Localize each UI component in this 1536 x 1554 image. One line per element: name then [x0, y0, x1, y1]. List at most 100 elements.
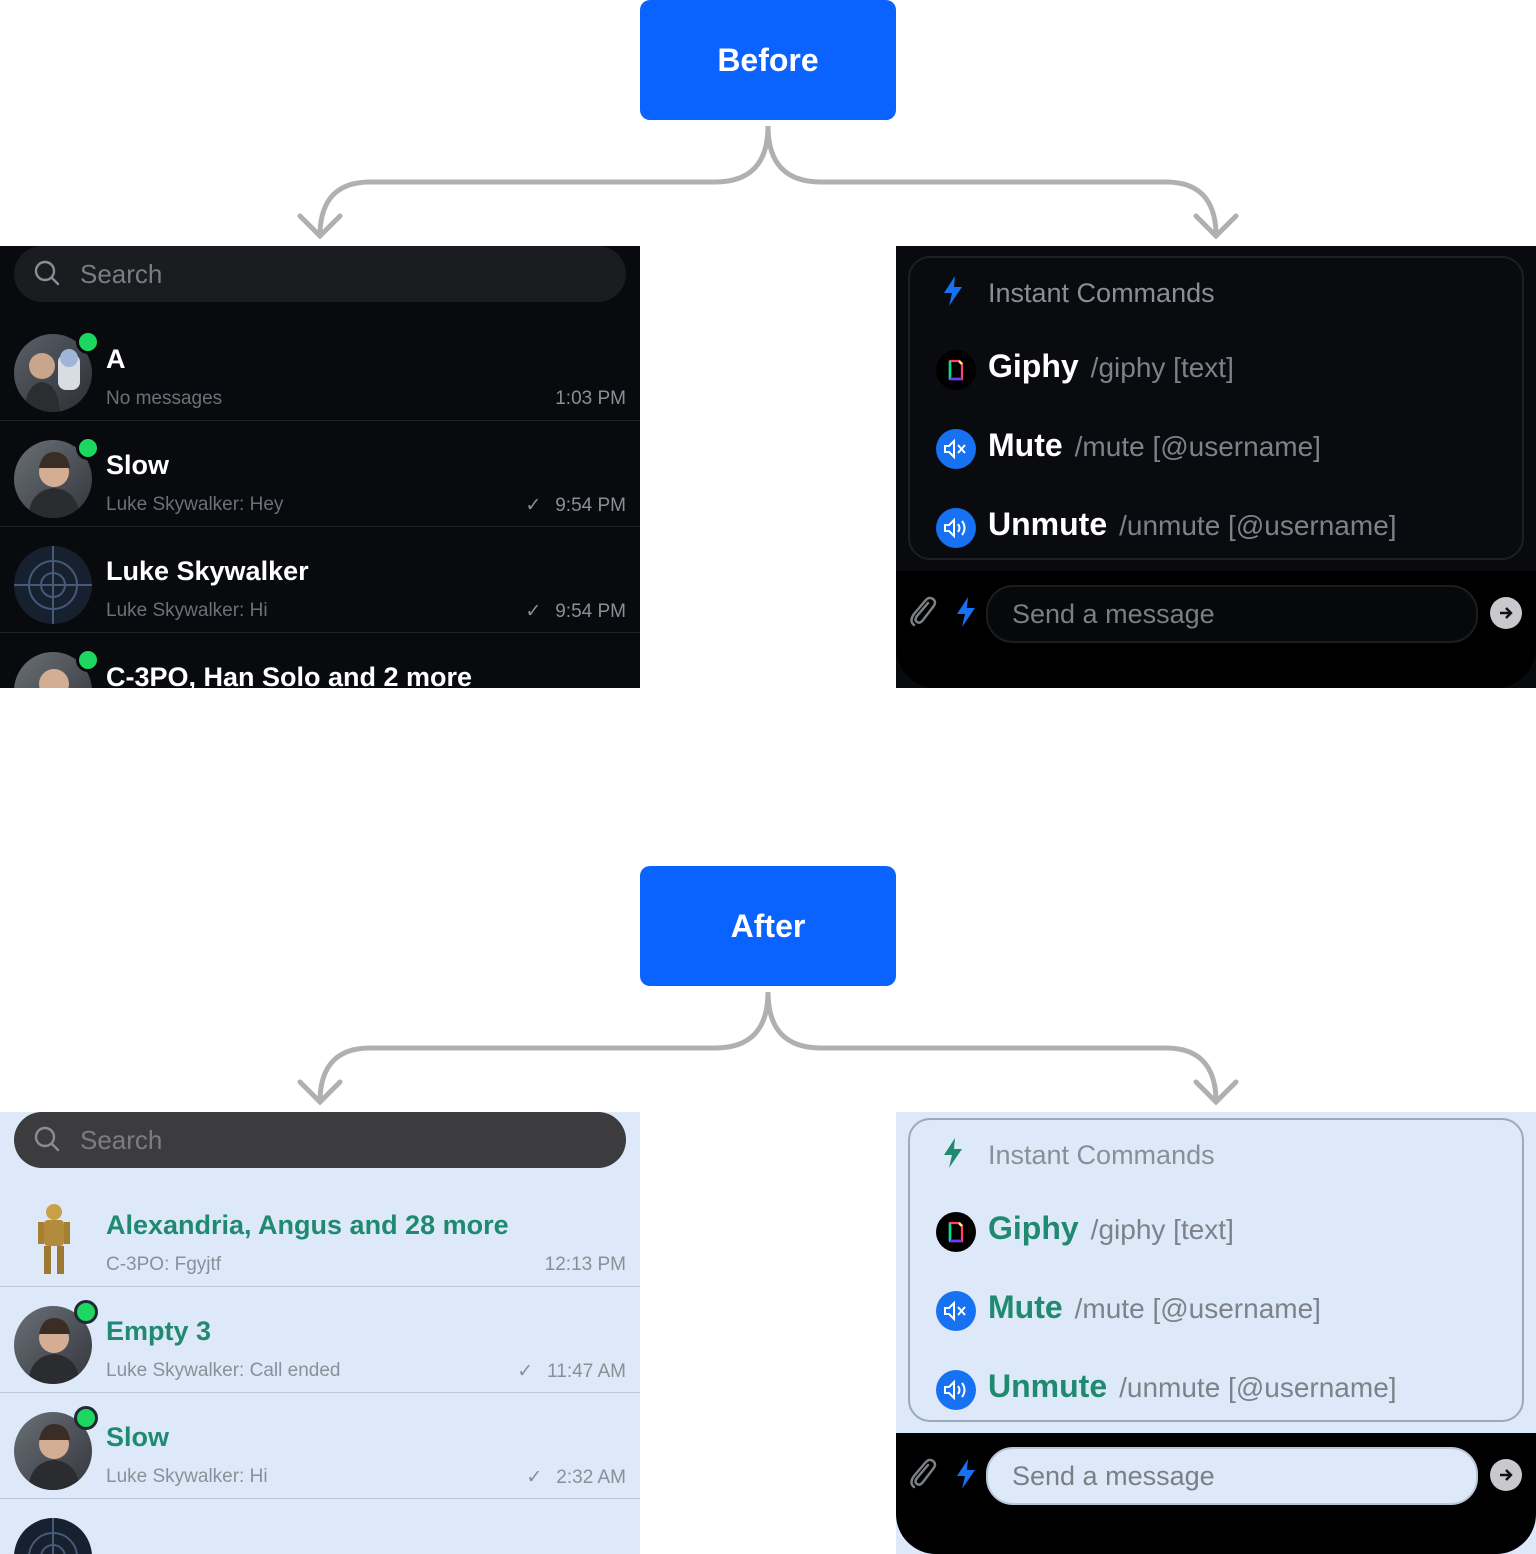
channel-time-text: 11:47 AM — [547, 1361, 626, 1382]
online-indicator — [76, 648, 100, 672]
channel-last-message: Luke Skywalker: Hi — [106, 1466, 268, 1487]
commands-lightning-icon[interactable] — [954, 1459, 978, 1489]
command-args: /giphy [text] — [1090, 1214, 1234, 1245]
before-channel-list: Search A No messages 1:03 PM Slow Luke S… — [0, 246, 640, 688]
search-bar[interactable]: Search — [14, 1112, 626, 1168]
command-giphy[interactable]: Giphy/giphy [text] — [936, 1210, 1516, 1254]
avatar — [14, 1200, 92, 1278]
channel-timestamp: ✓ 9:54 PM — [525, 600, 626, 623]
search-placeholder: Search — [80, 258, 163, 289]
read-check-icon: ✓ — [525, 495, 542, 516]
send-button[interactable] — [1490, 1459, 1522, 1491]
after-commands-panel: Instant Commands Giphy/giphy [text] Mute… — [896, 1112, 1536, 1554]
channel-row[interactable]: A No messages 1:03 PM — [0, 316, 640, 421]
command-unmute[interactable]: Unmute/unmute [@username] — [936, 1368, 1516, 1412]
command-name: Giphy/giphy [text] — [988, 348, 1234, 385]
read-check-icon: ✓ — [517, 1361, 534, 1382]
channel-row[interactable]: C-3PO, Han Solo and 2 more — [0, 634, 640, 688]
before-label: Before — [640, 0, 896, 120]
channel-row[interactable]: Empty 3 Luke Skywalker: Call ended ✓ 11:4… — [0, 1288, 640, 1393]
command-mute[interactable]: Mute/mute [@username] — [936, 427, 1516, 471]
message-placeholder: Send a message — [1012, 1460, 1215, 1491]
channel-time-text: 9:54 PM — [555, 495, 626, 516]
unmute-icon — [936, 1370, 976, 1410]
message-composer: Send a message — [896, 571, 1536, 688]
search-icon — [34, 260, 60, 286]
search-bar[interactable]: Search — [14, 246, 626, 302]
command-name: Giphy/giphy [text] — [988, 1210, 1234, 1247]
mute-icon — [936, 1291, 976, 1331]
channel-time-text: 2:32 AM — [556, 1467, 626, 1488]
commands-header: Instant Commands — [988, 278, 1215, 308]
online-indicator — [76, 436, 100, 460]
channel-row[interactable]: Slow Luke Skywalker: Hey ✓ 9:54 PM — [0, 422, 640, 527]
command-args: /unmute [@username] — [1119, 510, 1397, 541]
lightning-icon — [944, 276, 962, 306]
command-name: Mute/mute [@username] — [988, 427, 1321, 464]
unmute-icon — [936, 508, 976, 548]
mute-icon — [936, 429, 976, 469]
after-channel-list: Search Alexandria, Angus and 28 more C-3… — [0, 1112, 640, 1554]
search-placeholder: Search — [80, 1124, 163, 1155]
channel-title: Luke Skywalker — [106, 556, 309, 586]
channel-row[interactable]: Slow Luke Skywalker: Hi ✓ 2:32 AM — [0, 1394, 640, 1499]
command-args: /giphy [text] — [1090, 352, 1234, 383]
channel-timestamp: ✓ 2:32 AM — [526, 1466, 626, 1489]
command-name-text: Unmute — [988, 1368, 1108, 1404]
command-name-text: Giphy — [988, 348, 1079, 384]
channel-row[interactable]: Alexandria, Angus and 28 more C-3PO: Fgy… — [0, 1182, 640, 1287]
channel-title: Alexandria, Angus and 28 more — [106, 1210, 509, 1240]
commands-header: Instant Commands — [988, 1140, 1215, 1170]
before-commands-panel: Instant Commands Giphy/giphy [text] Mute… — [896, 246, 1536, 688]
read-check-icon: ✓ — [525, 601, 542, 622]
channel-title: Slow — [106, 450, 170, 480]
avatar — [14, 546, 92, 624]
after-branch-arrows — [297, 991, 1239, 1106]
before-branch-arrows — [297, 125, 1239, 240]
send-arrow-icon — [1500, 607, 1513, 619]
channel-last-message: No messages — [106, 388, 223, 409]
attachment-icon[interactable] — [908, 1457, 938, 1491]
online-indicator — [76, 330, 100, 354]
send-arrow-icon — [1500, 1469, 1513, 1481]
after-label: After — [640, 866, 896, 986]
command-name-text: Mute — [988, 427, 1063, 463]
lightning-icon — [944, 1138, 962, 1168]
message-input[interactable]: Send a message — [986, 585, 1478, 643]
commands-lightning-icon[interactable] — [954, 597, 978, 627]
command-mute[interactable]: Mute/mute [@username] — [936, 1289, 1516, 1333]
online-indicator — [74, 1406, 98, 1430]
command-args: /mute [@username] — [1074, 431, 1321, 462]
channel-timestamp: 1:03 PM — [555, 388, 626, 409]
channel-time-text: 9:54 PM — [555, 601, 626, 622]
search-icon — [34, 1126, 60, 1152]
avatar — [14, 1518, 92, 1554]
send-button[interactable] — [1490, 597, 1522, 629]
command-args: /unmute [@username] — [1119, 1372, 1397, 1403]
channel-last-message: Luke Skywalker: Call ended — [106, 1360, 341, 1381]
channel-title: Empty 3 — [106, 1316, 212, 1346]
giphy-icon — [936, 1212, 976, 1252]
giphy-icon — [936, 350, 976, 390]
attachment-icon[interactable] — [908, 595, 938, 629]
channel-title: C-3PO, Han Solo and 2 more — [106, 662, 473, 688]
message-composer: Send a message — [896, 1433, 1536, 1554]
channel-timestamp: ✓ 11:47 AM — [517, 1360, 626, 1383]
channel-title: A — [106, 344, 126, 374]
command-unmute[interactable]: Unmute/unmute [@username] — [936, 506, 1516, 550]
command-name-text: Mute — [988, 1289, 1063, 1325]
command-name: Unmute/unmute [@username] — [988, 1368, 1397, 1405]
command-name-text: Unmute — [988, 506, 1108, 542]
channel-row[interactable]: Luke Skywalker Luke Skywalker: Hi ✓ 9:54 … — [0, 528, 640, 633]
channel-last-message: Luke Skywalker: Hey — [106, 494, 284, 515]
instant-commands-popup: Instant Commands Giphy/giphy [text] Mute… — [908, 1118, 1524, 1422]
message-input[interactable]: Send a message — [986, 1447, 1478, 1505]
channel-last-message: C-3PO: Fgyjtf — [106, 1254, 222, 1275]
channel-row[interactable] — [0, 1500, 640, 1554]
command-name-text: Giphy — [988, 1210, 1079, 1246]
channel-timestamp: ✓ 9:54 PM — [525, 494, 626, 517]
channel-title: Slow — [106, 1422, 170, 1452]
channel-timestamp: 12:13 PM — [544, 1254, 626, 1275]
command-name: Unmute/unmute [@username] — [988, 506, 1397, 543]
command-giphy[interactable]: Giphy/giphy [text] — [936, 348, 1516, 392]
